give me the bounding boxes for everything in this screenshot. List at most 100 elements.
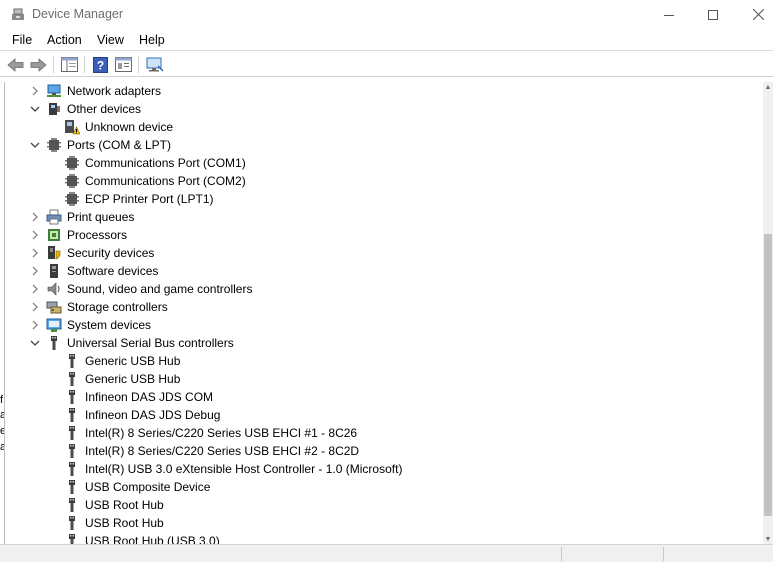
- tree-item-label: Generic USB Hub: [85, 372, 181, 386]
- scroll-down-arrow-icon[interactable]: ▼: [763, 534, 773, 544]
- tree-device[interactable]: USB Root Hub: [5, 514, 755, 532]
- tree-category[interactable]: Print queues: [5, 208, 755, 226]
- chevron-down-icon[interactable]: [29, 337, 41, 349]
- storage-controller-icon: [46, 301, 62, 314]
- tree-category[interactable]: Network adapters: [5, 82, 755, 100]
- tree-item-label: Storage controllers: [67, 300, 168, 314]
- port-icon: [65, 192, 79, 206]
- tree-device[interactable]: Intel(R) USB 3.0 eXtensible Host Control…: [5, 460, 755, 478]
- properties-icon: [115, 57, 132, 72]
- chevron-right-icon[interactable]: [29, 85, 41, 97]
- usb-icon: [69, 408, 75, 422]
- menu-file[interactable]: File: [12, 33, 32, 47]
- status-bar-divider: [663, 547, 664, 561]
- tree-item-label: Print queues: [67, 210, 135, 224]
- help-icon: ?: [93, 56, 108, 73]
- tree-category[interactable]: Ports (COM & LPT): [5, 136, 755, 154]
- software-device-icon: [50, 264, 58, 278]
- usb-icon: [69, 516, 75, 530]
- usb-icon: [69, 480, 75, 494]
- tree-device[interactable]: Unknown device: [5, 118, 755, 136]
- properties-button[interactable]: [114, 55, 133, 74]
- tree-device[interactable]: Communications Port (COM1): [5, 154, 755, 172]
- usb-icon: [69, 534, 75, 544]
- port-icon: [65, 174, 79, 188]
- maximize-button[interactable]: [690, 0, 736, 29]
- tree-item-label: Intel(R) 8 Series/C220 Series USB EHCI #…: [85, 444, 360, 458]
- chevron-right-icon[interactable]: [29, 283, 41, 295]
- usb-icon: [69, 444, 75, 458]
- device-tree: Network adapters Other devices Unknown dev…: [4, 82, 763, 544]
- status-bar: [0, 544, 773, 562]
- tree-category[interactable]: Storage controllers: [5, 298, 755, 316]
- tree-item-label: Security devices: [67, 246, 155, 260]
- menu-view[interactable]: View: [97, 33, 124, 47]
- chevron-down-icon[interactable]: [29, 103, 41, 115]
- tree-item-label: Processors: [67, 228, 128, 242]
- tree-device[interactable]: Communications Port (COM2): [5, 172, 755, 190]
- port-icon: [47, 138, 61, 152]
- tree-device[interactable]: Intel(R) 8 Series/C220 Series USB EHCI #…: [5, 424, 755, 442]
- chevron-right-icon[interactable]: [29, 319, 41, 331]
- window-title: Device Manager: [32, 7, 124, 21]
- tree-device[interactable]: USB Root Hub: [5, 496, 755, 514]
- tree-category[interactable]: Software devices: [5, 262, 755, 280]
- tree-device[interactable]: ECP Printer Port (LPT1): [5, 190, 755, 208]
- tree-item-label: Intel(R) USB 3.0 eXtensible Host Control…: [85, 462, 403, 476]
- tree-category[interactable]: Sound, video and game controllers: [5, 280, 755, 298]
- close-button[interactable]: [735, 0, 773, 29]
- tree-device[interactable]: Generic USB Hub: [5, 370, 755, 388]
- menu-bar: File Action View Help: [0, 29, 773, 51]
- minimize-button[interactable]: [646, 0, 692, 29]
- tree-category[interactable]: Security devices: [5, 244, 755, 262]
- chevron-right-icon[interactable]: [29, 247, 41, 259]
- tree-category[interactable]: Universal Serial Bus controllers: [5, 334, 755, 352]
- usb-icon: [69, 426, 75, 440]
- tree-device[interactable]: Infineon DAS JDS COM: [5, 388, 755, 406]
- tree-item-label: USB Composite Device: [85, 480, 211, 494]
- tree-device[interactable]: Infineon DAS JDS Debug: [5, 406, 755, 424]
- tree-item-label: Communications Port (COM1): [85, 156, 246, 170]
- vertical-scrollbar[interactable]: ▲ ▼: [763, 82, 773, 544]
- tree-item-label: USB Root Hub: [85, 498, 164, 512]
- usb-icon: [69, 462, 75, 476]
- tree-item-label: USB Root Hub (USB 3.0): [85, 534, 220, 544]
- scrollbar-thumb[interactable]: [764, 234, 772, 516]
- tree-category[interactable]: System devices: [5, 316, 755, 334]
- tree-item-label: Unknown device: [85, 120, 174, 134]
- chevron-right-icon[interactable]: [29, 211, 41, 223]
- forward-button[interactable]: [29, 55, 48, 74]
- usb-icon: [69, 354, 75, 368]
- help-button[interactable]: ?: [91, 55, 110, 74]
- network-adapter-icon: [47, 84, 61, 97]
- chevron-right-icon[interactable]: [29, 301, 41, 313]
- menu-help[interactable]: Help: [139, 33, 165, 47]
- back-button[interactable]: [6, 55, 25, 74]
- scan-hardware-button[interactable]: [145, 55, 164, 74]
- tree-category[interactable]: Other devices: [5, 100, 755, 118]
- tree-device[interactable]: Generic USB Hub: [5, 352, 755, 370]
- device-manager-app-icon: [12, 8, 24, 20]
- title-bar: Device Manager: [0, 0, 773, 29]
- maximize-icon: [708, 9, 718, 20]
- tree-item-label: USB Root Hub: [85, 516, 164, 530]
- tree-device[interactable]: USB Composite Device: [5, 478, 755, 496]
- tree-device[interactable]: Intel(R) 8 Series/C220 Series USB EHCI #…: [5, 442, 755, 460]
- toolbar-separator: [53, 56, 54, 73]
- scroll-up-arrow-icon[interactable]: ▲: [763, 82, 773, 92]
- chevron-down-icon[interactable]: [29, 139, 41, 151]
- tree-item-label: Infineon DAS JDS Debug: [85, 408, 221, 422]
- tree-item-label: Software devices: [67, 264, 159, 278]
- monitor-icon: [146, 57, 164, 72]
- tree-category[interactable]: Processors: [5, 226, 755, 244]
- menu-action[interactable]: Action: [47, 33, 82, 47]
- usb-icon: [69, 498, 75, 512]
- back-arrow-icon: [7, 57, 24, 72]
- usb-icon: [69, 390, 75, 404]
- chevron-right-icon[interactable]: [29, 265, 41, 277]
- port-icon: [65, 156, 79, 170]
- show-hide-console-tree-button[interactable]: [60, 55, 79, 74]
- usb-icon: [51, 336, 57, 350]
- chevron-right-icon[interactable]: [29, 229, 41, 241]
- tree-device[interactable]: USB Root Hub (USB 3.0): [5, 532, 755, 544]
